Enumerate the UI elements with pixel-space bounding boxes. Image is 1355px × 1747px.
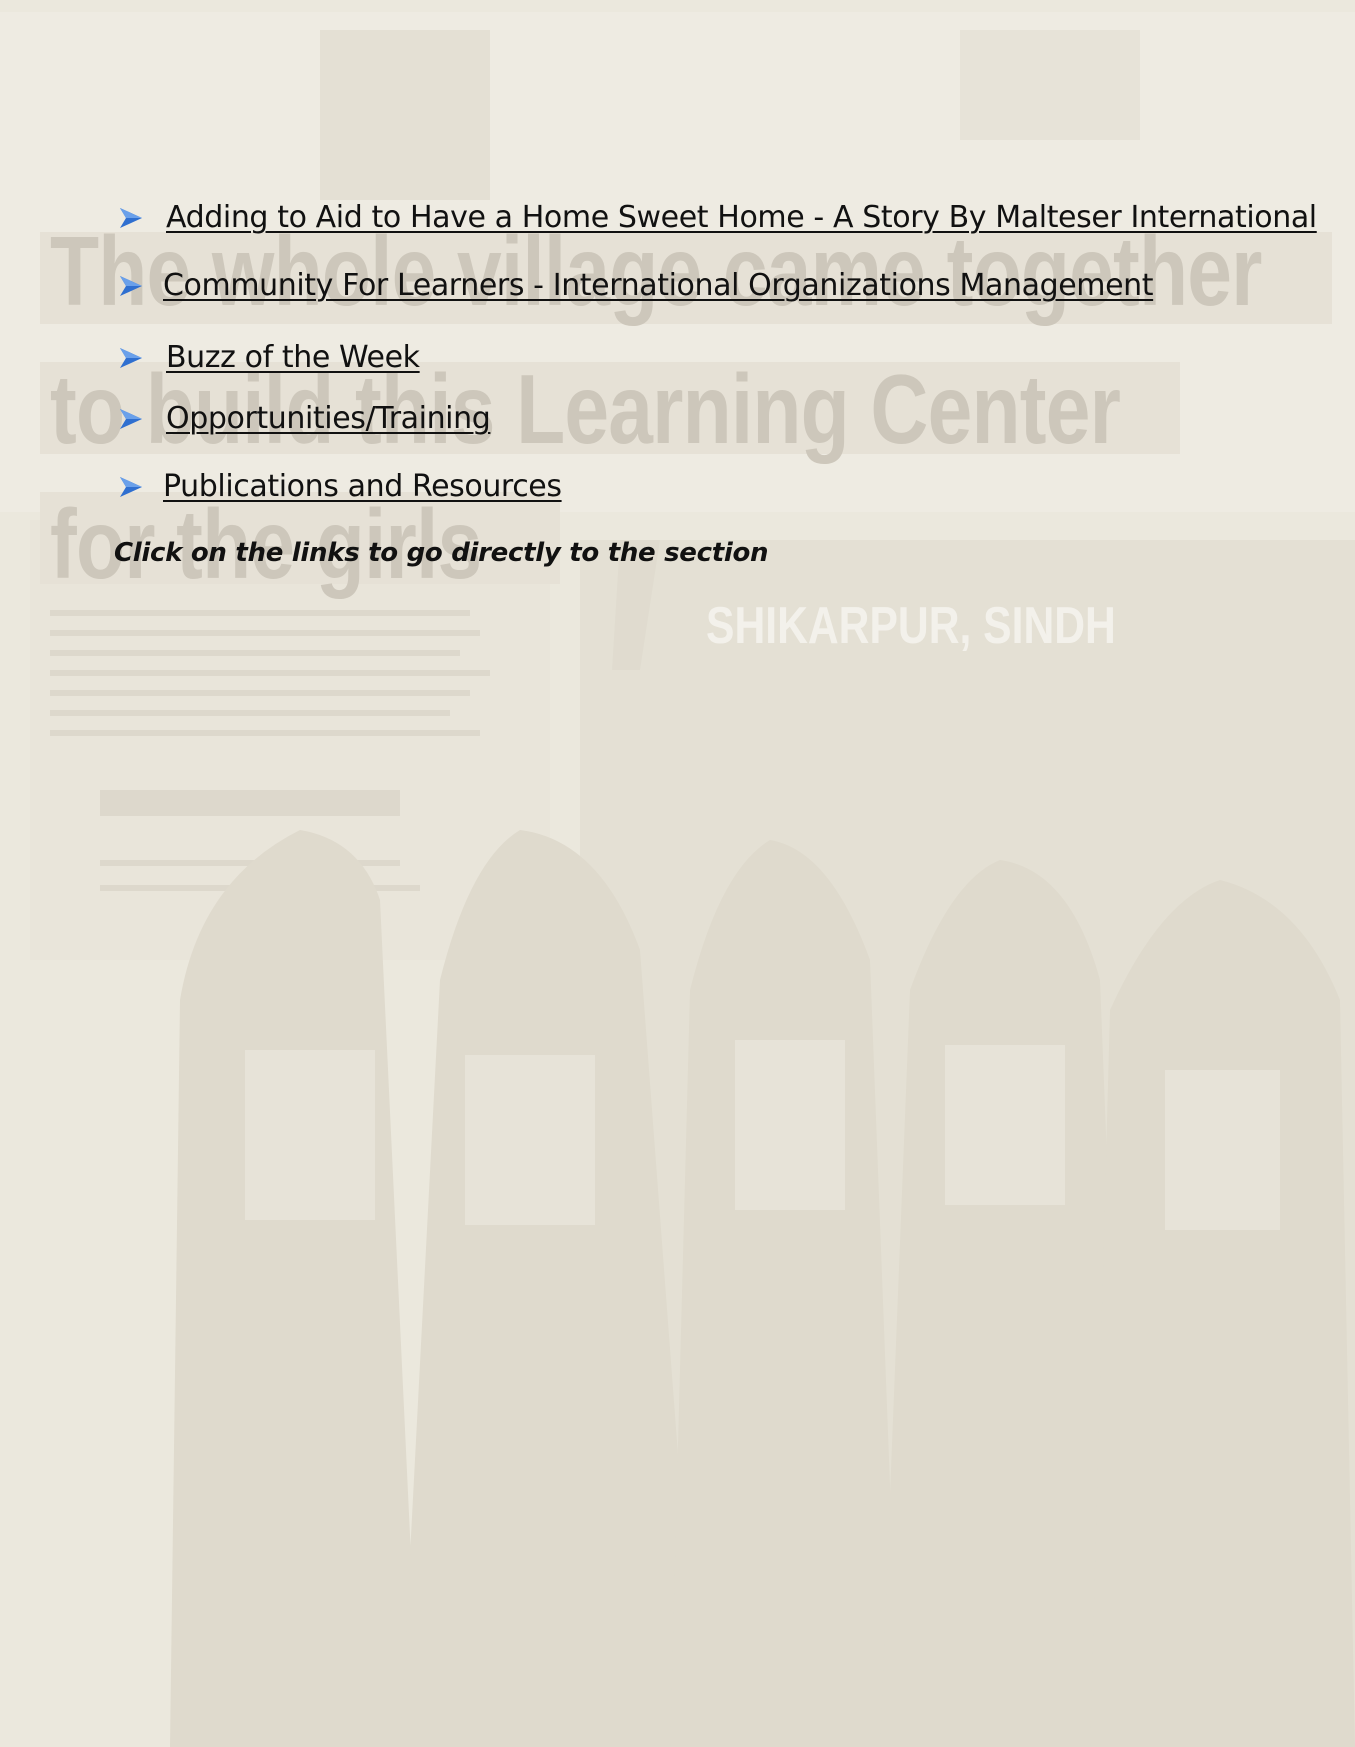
toc-item-publications-and-resources[interactable]: Publications and Resources: [118, 469, 562, 504]
arrow-bullet-icon: [120, 347, 142, 368]
toc-link-buzz-of-the-week[interactable]: Buzz of the Week: [166, 340, 420, 375]
toc-item-buzz-of-the-week[interactable]: Buzz of the Week: [118, 340, 420, 375]
toc-link-adding-to-aid[interactable]: Adding to Aid to Have a Home Sweet Home …: [166, 200, 1317, 235]
toc-item-community-for-learners[interactable]: Community For Learners - International O…: [118, 268, 1154, 303]
toc-link-publications-and-resources[interactable]: Publications and Resources: [163, 469, 562, 504]
toc-link-opportunities-training[interactable]: Opportunities/Training: [166, 401, 491, 436]
toc-hint: Click on the links to go directly to the…: [114, 538, 769, 568]
arrow-bullet-icon: [120, 275, 142, 296]
arrow-bullet-icon: [120, 207, 142, 228]
arrow-bullet-icon: [120, 408, 142, 429]
toc-item-opportunities-training[interactable]: Opportunities/Training: [118, 401, 491, 436]
photo-overlay-place: SHIKARPUR, SINDH: [706, 597, 1116, 655]
toc-item-adding-to-aid[interactable]: Adding to Aid to Have a Home Sweet Home …: [118, 200, 1317, 235]
arrow-bullet-icon: [120, 476, 142, 497]
toc-link-community-for-learners[interactable]: Community For Learners - International O…: [163, 268, 1154, 303]
